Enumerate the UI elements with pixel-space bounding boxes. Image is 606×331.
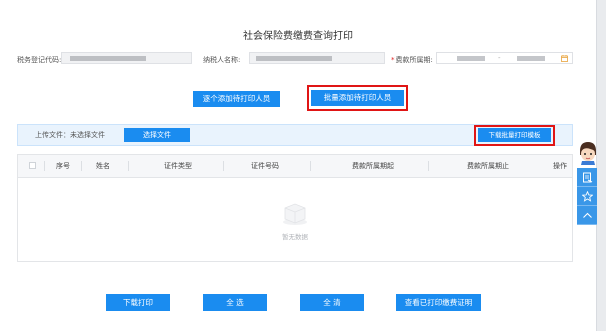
data-table: 序号 姓名 证件类型 证件号码 费款所属期起 费款所属期止 操作 暂无数据 xyxy=(17,154,573,262)
clear-all-button[interactable]: 全 清 xyxy=(300,294,364,311)
column-header-period-start: 费款所属期起 xyxy=(352,162,394,170)
up-arrow-icon xyxy=(582,212,592,218)
column-separator xyxy=(428,161,429,171)
select-all-button[interactable]: 全 选 xyxy=(203,294,267,311)
period-label-text: 费款所属期: xyxy=(395,56,433,64)
upload-label: 上传文件：未选择文件 xyxy=(35,131,105,139)
choose-file-button[interactable]: 选择文件 xyxy=(124,128,190,142)
required-mark: * xyxy=(391,56,395,64)
period-separator: - xyxy=(498,54,501,62)
empty-state-text: 暂无数据 xyxy=(282,233,308,241)
column-separator xyxy=(223,161,224,171)
star-icon xyxy=(581,190,593,202)
print-query-page: 社会保险费缴费查询打印 税务登记代码: 纳税人名称: *费款所属期: - 逐个添… xyxy=(0,0,597,331)
tax-code-field[interactable] xyxy=(61,52,192,64)
period-range-field[interactable]: - xyxy=(436,52,573,64)
column-header-name: 姓名 xyxy=(96,162,110,170)
table-header: 序号 姓名 证件类型 证件号码 费款所属期起 费款所属期止 操作 xyxy=(18,155,572,178)
column-separator xyxy=(81,161,82,171)
column-header-actions: 操作 xyxy=(553,162,567,170)
period-label: *费款所属期: xyxy=(391,55,433,65)
favorite-button[interactable] xyxy=(577,187,597,206)
back-to-top-button[interactable] xyxy=(577,206,597,225)
empty-box-icon xyxy=(283,203,307,225)
document-button[interactable] xyxy=(577,168,597,187)
column-header-id-type: 证件类型 xyxy=(164,162,192,170)
column-header-id-number: 证件号码 xyxy=(251,162,279,170)
document-icon xyxy=(582,172,592,182)
column-header-period-end: 费款所属期止 xyxy=(467,162,509,170)
add-one-button[interactable]: 逐个添加待打印人员 xyxy=(193,91,280,107)
column-separator xyxy=(128,161,129,171)
add-batch-button[interactable]: 批量添加待打印人员 xyxy=(311,90,404,106)
tax-code-label: 税务登记代码: xyxy=(17,56,62,64)
select-all-checkbox[interactable] xyxy=(29,162,36,169)
period-end-value xyxy=(517,56,545,61)
avatar-icon[interactable] xyxy=(578,141,598,165)
masked-value xyxy=(256,56,332,61)
view-printed-button[interactable]: 查看已打印缴费证明 xyxy=(396,294,481,311)
column-separator xyxy=(44,161,45,171)
page-title: 社会保险费缴费查询打印 xyxy=(243,31,353,42)
taxpayer-name-field[interactable] xyxy=(249,52,385,64)
period-start-value xyxy=(457,56,485,61)
column-separator xyxy=(310,161,311,171)
calendar-icon[interactable] xyxy=(561,55,568,62)
taxpayer-name-label: 纳税人名称: xyxy=(203,56,241,64)
masked-value xyxy=(70,56,146,61)
column-header-index: 序号 xyxy=(56,162,70,170)
download-template-button[interactable]: 下载批量打印模板 xyxy=(478,128,551,142)
download-print-button[interactable]: 下载打印 xyxy=(106,294,170,311)
